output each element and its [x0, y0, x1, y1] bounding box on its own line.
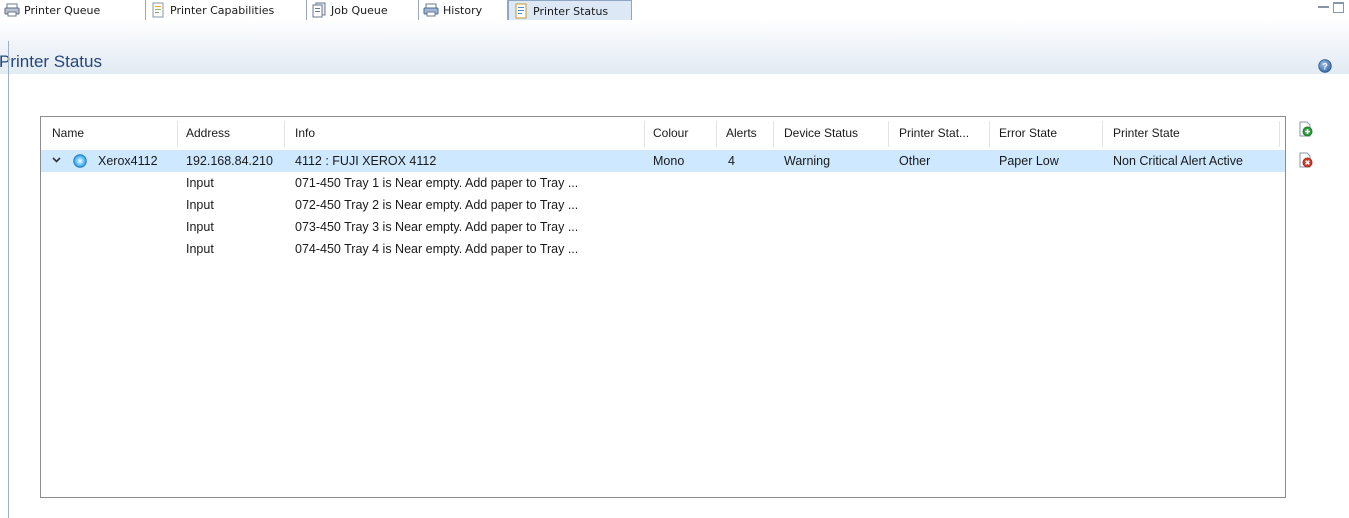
remove-printer-icon[interactable] [1297, 152, 1313, 168]
tab-printer-status[interactable]: Printer Status [508, 0, 632, 21]
column-header-printer-state[interactable]: Printer State [1113, 126, 1180, 140]
view-tab-bar: Printer Queue Printer Capabilities Job Q… [0, 0, 1349, 21]
printer-alerts-count: 4 [728, 154, 735, 168]
printer-info: 4112 : FUJI XEROX 4112 [295, 154, 437, 168]
printer-status-value: Other [899, 154, 931, 168]
alert-info: 073-450 Tray 3 is Near empty. Add paper … [295, 220, 579, 234]
alert-address: Input [186, 176, 214, 190]
table-row-alert[interactable]: Input 072-450 Tray 2 is Near empty. Add … [41, 194, 1285, 216]
printer-online-icon [73, 154, 87, 168]
job-queue-icon [312, 2, 326, 18]
tab-history[interactable]: History [419, 0, 508, 20]
column-header-colour[interactable]: Colour [653, 126, 688, 140]
column-divider [1102, 121, 1103, 147]
table-row-alert[interactable]: Input 071-450 Tray 1 is Near empty. Add … [41, 172, 1285, 194]
column-divider [284, 121, 285, 147]
alert-address: Input [186, 220, 214, 234]
column-header-printer-status[interactable]: Printer Stat... [899, 126, 969, 140]
alert-address: Input [186, 242, 214, 256]
tab-label: Printer Capabilities [170, 3, 275, 17]
table-row-alert[interactable]: Input 073-450 Tray 3 is Near empty. Add … [41, 216, 1285, 238]
history-icon [423, 3, 439, 17]
view-window-controls [1318, 2, 1344, 16]
printer-state: Non Critical Alert Active [1113, 154, 1243, 168]
column-divider [644, 121, 645, 147]
column-header-alerts[interactable]: Alerts [726, 126, 757, 140]
capabilities-icon [152, 2, 164, 18]
alert-info: 074-450 Tray 4 is Near empty. Add paper … [295, 242, 579, 256]
alert-address: Input [186, 198, 214, 212]
tab-job-queue[interactable]: Job Queue [307, 0, 419, 20]
column-header-info[interactable]: Info [295, 126, 315, 140]
add-printer-icon[interactable] [1297, 121, 1313, 137]
printer-colour: Mono [653, 154, 685, 168]
minimize-icon[interactable] [1318, 6, 1329, 8]
printer-status-table[interactable]: Name Address Info Colour Alerts Device S… [40, 116, 1286, 498]
column-header-device-status[interactable]: Device Status [784, 126, 858, 140]
printer-queue-icon [4, 3, 20, 17]
tab-printer-capabilities[interactable]: Printer Capabilities [146, 0, 307, 20]
column-divider [773, 121, 774, 147]
table-row-alert[interactable]: Input 074-450 Tray 4 is Near empty. Add … [41, 238, 1285, 260]
table-header: Name Address Info Colour Alerts Device S… [41, 117, 1285, 151]
chevron-down-icon[interactable] [52, 157, 61, 163]
tab-printer-queue[interactable]: Printer Queue [0, 0, 146, 20]
column-divider [1279, 121, 1280, 147]
tab-label: Job Queue [331, 3, 388, 17]
printer-error-state: Paper Low [999, 154, 1059, 168]
table-row-printer[interactable]: Xerox4112 192.168.84.210 4112 : FUJI XER… [41, 150, 1285, 172]
column-header-error-state[interactable]: Error State [999, 126, 1057, 140]
alert-info: 071-450 Tray 1 is Near empty. Add paper … [295, 176, 579, 190]
column-divider [177, 121, 178, 147]
column-divider [989, 121, 990, 147]
column-divider [888, 121, 889, 147]
tab-label: History [443, 3, 483, 17]
tab-label: Printer Queue [24, 3, 101, 17]
printer-status-icon [515, 3, 527, 19]
column-divider [716, 121, 717, 147]
printer-address: 192.168.84.210 [186, 154, 273, 168]
maximize-icon[interactable] [1333, 2, 1344, 13]
printer-device-status: Warning [784, 154, 831, 168]
printer-name: Xerox4112 [98, 154, 158, 168]
alert-info: 072-450 Tray 2 is Near empty. Add paper … [295, 198, 579, 212]
column-header-name[interactable]: Name [52, 126, 84, 140]
tab-label: Printer Status [533, 4, 609, 18]
column-header-address[interactable]: Address [186, 126, 230, 140]
